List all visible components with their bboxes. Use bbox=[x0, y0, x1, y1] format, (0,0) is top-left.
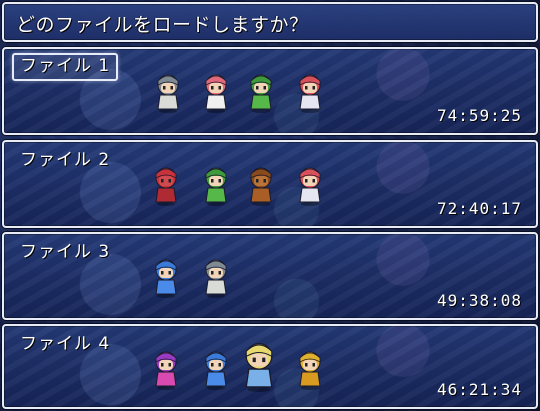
green-hat-girl-sprite bbox=[202, 162, 230, 206]
save-slot-1[interactable]: ファイル 1 74:59:25 bbox=[2, 47, 538, 135]
slot-title: ファイル 2 bbox=[20, 150, 111, 170]
help-text: どのファイルをロードしますか？ bbox=[16, 14, 309, 36]
green-hat-girl-sprite bbox=[247, 69, 275, 113]
playtime: 46:21:34 bbox=[436, 380, 522, 399]
blue-haired-girl-sprite bbox=[202, 346, 230, 390]
help-window: どのファイルをロードしますか？ bbox=[2, 2, 538, 42]
red-haired-girl-sprite bbox=[296, 69, 324, 113]
brown-beast-sprite bbox=[247, 162, 275, 206]
blue-haired-girl-sprite bbox=[152, 254, 180, 298]
playtime: 74:59:25 bbox=[436, 106, 522, 125]
purple-haired-girl-sprite bbox=[152, 346, 180, 390]
slot-title: ファイル 4 bbox=[20, 334, 111, 354]
playtime: 49:38:08 bbox=[436, 291, 522, 310]
slot-title: ファイル 1 bbox=[12, 53, 119, 81]
save-slot-3[interactable]: ファイル 3 49:38:08 bbox=[2, 232, 538, 320]
save-slot-2[interactable]: ファイル 2 72:40:17 bbox=[2, 140, 538, 228]
pink-haired-girl-sprite bbox=[202, 69, 230, 113]
slot-title: ファイル 3 bbox=[20, 242, 111, 262]
playtime: 72:40:17 bbox=[436, 199, 522, 218]
red-horned-demon-sprite bbox=[152, 162, 180, 206]
grey-haired-girl-sprite bbox=[202, 254, 230, 298]
load-screen: どのファイルをロードしますか？ ファイル 1 74:59:25 ファイル 2 7… bbox=[0, 0, 540, 411]
blonde-girl-sprite bbox=[296, 346, 324, 390]
blonde-large-girl-sprite bbox=[239, 336, 279, 392]
red-haired-girl-sprite bbox=[296, 162, 324, 206]
save-slot-4[interactable]: ファイル 4 46:21:34 bbox=[2, 324, 538, 409]
grey-haired-girl-sprite bbox=[154, 69, 182, 113]
